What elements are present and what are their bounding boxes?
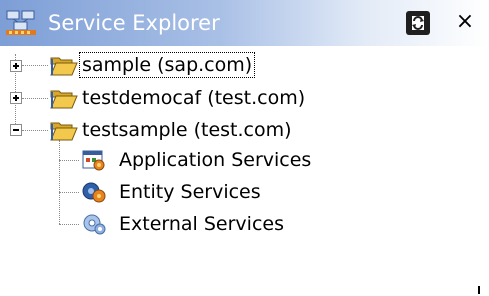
service-tree: sample (sap.com) testdemocaf (test.com) … xyxy=(0,46,489,296)
close-button[interactable]: × xyxy=(452,8,478,36)
view-title: Service Explorer xyxy=(48,11,220,35)
expand-toggle[interactable] xyxy=(10,60,22,72)
tree-connector xyxy=(59,140,60,224)
open-folder-icon xyxy=(50,53,78,81)
refresh-icon xyxy=(406,11,430,35)
collapse-toggle[interactable] xyxy=(10,124,22,136)
entity-services-icon xyxy=(81,180,107,208)
tree-node-label[interactable]: Entity Services xyxy=(117,180,263,204)
external-services-icon xyxy=(81,212,107,240)
tree-node-label[interactable]: sample (sap.com) xyxy=(78,52,256,78)
application-services-icon xyxy=(81,148,107,176)
tree-node-label[interactable]: External Services xyxy=(117,212,286,236)
tree-connector xyxy=(22,65,48,66)
tree-connector xyxy=(22,130,48,131)
view-titlebar: Service Explorer × xyxy=(0,0,489,46)
tree-connector xyxy=(59,160,79,161)
open-folder-icon xyxy=(50,118,78,146)
tree-node-label[interactable]: testsample (test.com) xyxy=(80,118,294,142)
refresh-button[interactable] xyxy=(403,9,433,37)
expand-toggle[interactable] xyxy=(10,92,22,104)
tree-connector xyxy=(59,192,79,193)
tree-connector xyxy=(22,98,48,99)
tree-node-label[interactable]: testdemocaf (test.com) xyxy=(80,86,307,110)
service-explorer-icon xyxy=(6,10,36,36)
text-cursor xyxy=(478,286,480,294)
tree-connector xyxy=(59,224,79,225)
open-folder-icon xyxy=(50,86,78,114)
tree-node-label[interactable]: Application Services xyxy=(117,148,313,172)
